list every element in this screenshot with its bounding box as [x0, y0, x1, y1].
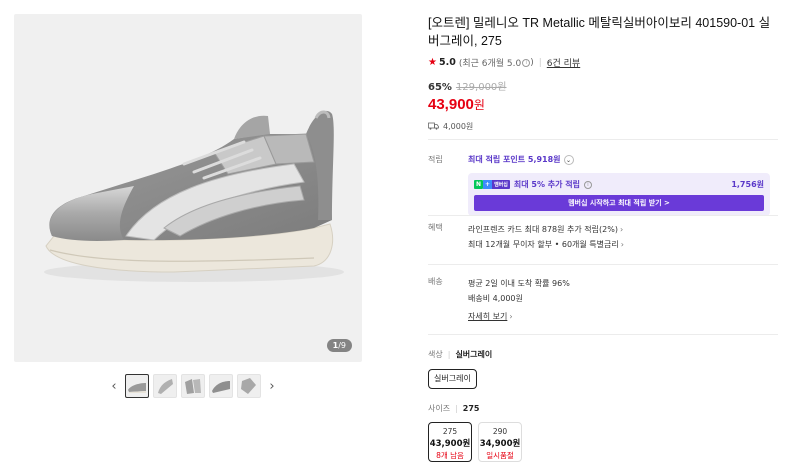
sale-price-unit: 원 — [473, 98, 485, 112]
size-stock: 8개 남음 — [436, 451, 464, 460]
chevron-right-icon: › — [509, 312, 513, 321]
rating-note: (최근 6개월 5.0 — [458, 59, 522, 69]
delivery-probability: 평균 2일 이내 도착 확률 96% — [468, 279, 570, 288]
truck-icon — [428, 122, 439, 132]
color-chip-silver-gray[interactable]: 실버그레이 — [428, 369, 477, 389]
delivery-fee: 배송비 4,000원 — [468, 294, 523, 303]
shipping-fee: 4,000원 — [443, 122, 474, 131]
badge-plus: + — [483, 180, 493, 189]
benefit-installment-line[interactable]: 최대 12개월 무이자 할부 • 60개월 특별금리 › — [468, 237, 778, 252]
info-icon[interactable]: i — [583, 180, 592, 189]
size-option-header: 사이즈 | 275 — [428, 403, 480, 414]
sale-price: 43,900원 — [428, 96, 780, 113]
benefit-installment-text: 최대 12개월 무이자 할부 • 60개월 특별금리 — [468, 240, 619, 249]
chevron-right-icon[interactable]: › — [265, 374, 279, 398]
membership-amount: 1,756원 — [731, 180, 764, 189]
chevron-left-icon[interactable]: ‹ — [107, 374, 121, 398]
divider: | — [447, 350, 451, 359]
thumbnail[interactable] — [209, 374, 233, 398]
points-label: 적립 — [428, 155, 443, 164]
membership-extra-text: 최대 5% 추가 적립 — [513, 180, 580, 189]
shipping-row: 4,000원 — [428, 121, 780, 132]
benefits-section: 혜택 라인프렌즈 카드 최대 878원 추가 적립(2%) › 최대 12개월 무… — [428, 222, 778, 256]
sneaker-illustration — [44, 110, 344, 282]
discount-rate: 65% — [428, 82, 452, 93]
size-selected: 275 — [462, 404, 480, 413]
divider — [428, 264, 778, 265]
size-price: 43,900원 — [429, 439, 471, 449]
image-counter-total: /9 — [338, 341, 346, 350]
product-title: [오트렌] 밀레니오 TR Metallic 메탈릭실버아이보리 401590-… — [428, 16, 771, 48]
naver-plus-badge-icon: N + 멤버십 — [474, 180, 510, 189]
sale-price-value: 43,900 — [428, 96, 474, 113]
product-main-image[interactable]: 1/9 — [14, 14, 362, 362]
divider — [428, 139, 778, 140]
review-link[interactable]: 6건 리뷰 — [547, 56, 580, 69]
rating-row: ★ 5.0 (최근 6개월 5.0 i ) | 6건 리뷰 — [428, 56, 780, 69]
divider: | — [538, 57, 542, 68]
size-stock: 일시품절 — [486, 451, 514, 460]
max-points-dropdown[interactable]: 최대 적립 포인트 5,918원 ⌄ — [468, 154, 574, 165]
color-label: 색상 — [428, 350, 443, 359]
color-selected: 실버그레이 — [455, 350, 493, 359]
original-price: 129,000원 — [455, 82, 507, 93]
delivery-label: 배송 — [428, 277, 443, 286]
image-counter: 1/9 — [326, 339, 352, 352]
benefit-card-line[interactable]: 라인프렌즈 카드 최대 878원 추가 적립(2%) › — [468, 222, 778, 237]
badge-text: 멤버십 — [492, 180, 510, 189]
chevron-right-icon: › — [619, 225, 624, 234]
membership-start-button[interactable]: 멤버십 시작하고 최대 적립 받기 > — [474, 195, 764, 211]
discount-row: 65% 129,000원 — [428, 78, 780, 93]
thumbnail[interactable] — [125, 374, 149, 398]
rating-note-end: ) — [530, 57, 534, 68]
chevron-right-icon: › — [620, 240, 624, 249]
size-label: 사이즈 — [428, 404, 451, 413]
max-points-text: 최대 적립 포인트 5,918원 — [468, 155, 561, 164]
size-value: 290 — [492, 427, 508, 436]
size-value: 275 — [442, 427, 458, 436]
thumbnail[interactable] — [153, 374, 177, 398]
divider — [428, 215, 778, 216]
info-icon[interactable]: i — [522, 58, 531, 67]
size-option-275[interactable]: 275 43,900원 8개 남음 — [428, 422, 472, 462]
delivery-section: 배송 평균 2일 이내 도착 확률 96% 배송비 4,000원 자세히 보기 › — [428, 276, 778, 326]
divider: | — [455, 404, 458, 413]
benefits-label: 혜택 — [428, 223, 443, 232]
size-option-290[interactable]: 290 34,900원 일시품절 — [478, 422, 522, 462]
badge-n: N — [474, 180, 484, 189]
star-icon: ★ — [428, 57, 437, 68]
thumbnail-strip: ‹ › — [107, 373, 279, 399]
divider — [428, 334, 778, 335]
chevron-down-icon: ⌄ — [563, 154, 574, 165]
size-price: 34,900원 — [479, 439, 521, 449]
membership-box: N + 멤버십 최대 5% 추가 적립 i 1,756원 멤버십 시작하고 최대 적… — [468, 173, 770, 216]
delivery-detail-text: 자세히 보기 — [468, 312, 508, 321]
rating-value: 5.0 — [438, 57, 456, 68]
delivery-detail-link[interactable]: 자세히 보기 › — [468, 309, 778, 324]
thumbnail[interactable] — [181, 374, 205, 398]
color-option-header: 색상 | 실버그레이 — [428, 349, 492, 360]
thumbnail[interactable] — [237, 374, 261, 398]
benefit-card-text: 라인프렌즈 카드 최대 878원 추가 적립(2%) — [468, 225, 618, 234]
points-section: 적립 최대 적립 포인트 5,918원 ⌄ N + 멤버십 최대 5% 추가 적립 … — [428, 154, 778, 216]
product-info: [오트렌] 밀레니오 TR Metallic 메탈릭실버아이보리 401590-… — [428, 14, 780, 132]
